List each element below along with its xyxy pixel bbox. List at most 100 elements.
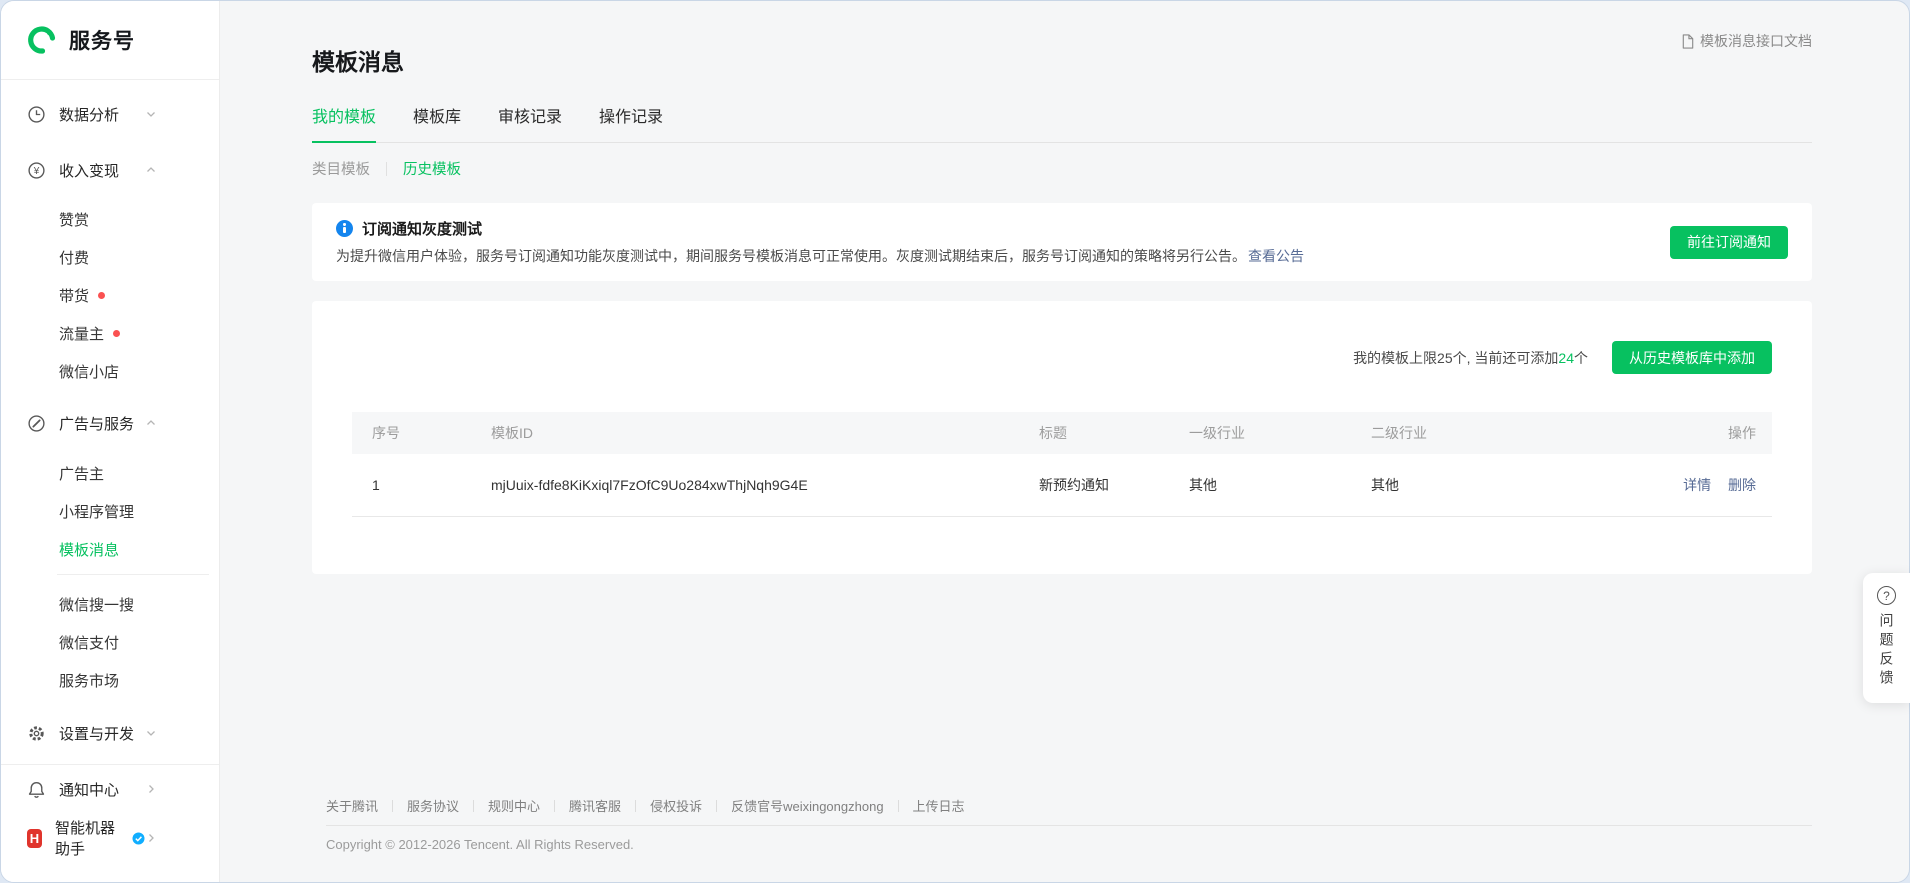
sidebar-item-label: 服务市场 (59, 672, 120, 690)
sidebar-divider (57, 574, 209, 575)
footer-link-service-agreement[interactable]: 服务协议 (407, 796, 459, 815)
sidebar-item-miniprogram-management[interactable]: 小程序管理 (1, 492, 219, 530)
footer-separator (897, 799, 899, 812)
tab-review-records[interactable]: 审核记录 (498, 103, 562, 142)
sidebar-item-ads-services[interactable]: 广告与服务 (1, 403, 219, 443)
clock-icon (27, 105, 46, 124)
notice-body-text: 为提升微信用户体验，服务号订阅通知功能灰度测试中，期间服务号模板消息可正常使用。… (336, 248, 1246, 264)
footer-separator (554, 799, 556, 812)
sidebar-item-label: 流量主 (59, 325, 105, 343)
page-footer: 关于腾讯 服务协议 规则中心 腾讯客服 侵权投诉 反馈官号weixingongz… (312, 796, 1812, 882)
cell-industry-level2: 其他 (1371, 454, 1621, 517)
footer-link-upload-log[interactable]: 上传日志 (913, 796, 965, 815)
cell-template-id: mjUuix-fdfe8KiKxiql7FzOfC9Uo284xwThjNqh9… (491, 454, 1039, 517)
template-panel: 我的模板上限25个, 当前还可添加24个 从历史模板库中添加 序号 模板ID 标… (312, 301, 1812, 574)
view-announcement-link[interactable]: 查看公告 (1248, 248, 1304, 264)
sidebar-item-ai-assistant[interactable]: H 智能机器助手 (1, 818, 219, 858)
sidebar-divider (1, 764, 219, 765)
notice-banner-content: 订阅通知灰度测试 为提升微信用户体验，服务号订阅通知功能灰度测试中，期间服务号模… (336, 218, 1670, 266)
sidebar-item-label: 微信支付 (59, 634, 120, 652)
yen-circle-icon: ¥ (27, 161, 46, 180)
detail-link[interactable]: 详情 (1683, 477, 1711, 493)
app-window: 服务号 数据分析 ¥ 收入变现 赞赏 付费 带货 流量主 微信小店 广告与服务 … (0, 0, 1910, 883)
sidebar-item-label: 付费 (59, 249, 90, 267)
sidebar-item-label: 数据分析 (59, 106, 120, 124)
footer-link-about-tencent[interactable]: 关于腾讯 (326, 796, 378, 815)
sidebar-item-label: 模板消息 (59, 541, 120, 559)
template-limit-text: 我的模板上限25个, 当前还可添加24个 (1353, 348, 1588, 368)
sidebar-item-traffic-owner[interactable]: 流量主 (1, 314, 219, 352)
feedback-label: 问题反馈 (1878, 613, 1895, 689)
chevron-right-icon (145, 783, 157, 795)
api-doc-link-label: 模板消息接口文档 (1700, 33, 1812, 49)
sidebar-item-notification-center[interactable]: 通知中心 (1, 769, 219, 809)
compass-icon (27, 414, 46, 433)
sidebar-item-label: 小程序管理 (59, 503, 135, 521)
goto-subscribe-notice-button[interactable]: 前往订阅通知 (1670, 225, 1788, 259)
tab-operation-records[interactable]: 操作记录 (599, 103, 663, 142)
wechat-service-logo-icon (27, 25, 57, 55)
add-from-history-library-button[interactable]: 从历史模板库中添加 (1612, 341, 1772, 374)
sidebar-item-label: 设置与开发 (59, 725, 135, 743)
feedback-widget[interactable]: ? 问题反馈 (1863, 573, 1910, 703)
sidebar-item-service-market[interactable]: 服务市场 (1, 661, 219, 699)
sidebar-item-advertiser[interactable]: 广告主 (1, 454, 219, 492)
sidebar-item-wechat-pay[interactable]: 微信支付 (1, 623, 219, 661)
sidebar-item-label: 智能机器助手 (54, 820, 115, 858)
sidebar-item-label: 广告与服务 (59, 415, 135, 433)
sidebar-item-label: 收入变现 (59, 162, 120, 180)
svg-text:¥: ¥ (33, 165, 40, 176)
sidebar-item-wechat-store[interactable]: 微信小店 (1, 352, 219, 390)
panel-toolbar: 我的模板上限25个, 当前还可添加24个 从历史模板库中添加 (352, 301, 1772, 374)
footer-link-tencent-support[interactable]: 腾讯客服 (569, 796, 621, 815)
cell-industry-level1: 其他 (1189, 454, 1371, 517)
footer-link-rules-center[interactable]: 规则中心 (488, 796, 540, 815)
footer-divider (326, 825, 1812, 826)
delete-link[interactable]: 删除 (1728, 477, 1756, 493)
template-table: 序号 模板ID 标题 一级行业 二级行业 操作 1 mjUuix-fdfe8Ki… (352, 412, 1772, 517)
footer-link-infringement-complaint[interactable]: 侵权投诉 (650, 796, 702, 815)
sidebar-item-paid[interactable]: 付费 (1, 238, 219, 276)
sidebar-nav: 数据分析 ¥ 收入变现 赞赏 付费 带货 流量主 微信小店 广告与服务 广告主 … (1, 80, 219, 882)
document-icon (1680, 33, 1696, 50)
subtab-category-template[interactable]: 类目模板 (312, 158, 370, 179)
sidebar-item-label: 微信搜一搜 (59, 596, 135, 614)
verified-badge-icon (132, 832, 145, 845)
table-header-row: 序号 模板ID 标题 一级行业 二级行业 操作 (352, 412, 1772, 454)
tab-my-templates[interactable]: 我的模板 (312, 103, 377, 143)
column-header-index: 序号 (352, 412, 491, 454)
sidebar-item-data-analysis[interactable]: 数据分析 (1, 94, 219, 134)
sidebar-item-appreciation[interactable]: 赞赏 (1, 200, 219, 238)
footer-links: 关于腾讯 服务协议 规则中心 腾讯客服 侵权投诉 反馈官号weixingongz… (326, 796, 1812, 815)
cell-index: 1 (352, 454, 491, 517)
limit-suffix: 个 (1574, 349, 1588, 366)
tab-bar: 我的模板 模板库 审核记录 操作记录 (312, 103, 1812, 143)
footer-separator (392, 799, 394, 812)
notice-title: 订阅通知灰度测试 (362, 221, 483, 238)
footer-separator (473, 799, 475, 812)
sidebar-item-template-message[interactable]: 模板消息 (1, 530, 219, 568)
sidebar-item-monetization[interactable]: ¥ 收入变现 (1, 150, 219, 190)
sidebar-item-settings-dev[interactable]: 设置与开发 (1, 713, 219, 753)
column-header-industry-level2: 二级行业 (1371, 412, 1621, 454)
footer-link-feedback-account[interactable]: 反馈官号weixingongzhong (731, 796, 883, 815)
account-logo[interactable]: 服务号 (1, 1, 219, 79)
limit-count: 24 (1558, 349, 1574, 366)
question-icon: ? (1877, 586, 1896, 605)
sidebar-item-label: 广告主 (59, 465, 105, 483)
tab-template-library[interactable]: 模板库 (413, 103, 461, 142)
sidebar-item-commerce[interactable]: 带货 (1, 276, 219, 314)
sidebar: 服务号 数据分析 ¥ 收入变现 赞赏 付费 带货 流量主 微信小店 广告与服务 … (1, 1, 220, 882)
bell-icon (27, 780, 46, 799)
api-doc-link[interactable]: 模板消息接口文档 (1680, 31, 1812, 51)
sidebar-item-wechat-search[interactable]: 微信搜一搜 (1, 585, 219, 623)
chevron-down-icon (145, 727, 157, 739)
sidebar-item-label: 通知中心 (59, 781, 120, 799)
column-header-actions: 操作 (1621, 412, 1772, 454)
subtab-history-template[interactable]: 历史模板 (403, 158, 461, 179)
sidebar-item-label: 带货 (59, 287, 90, 305)
sidebar-item-label: 赞赏 (59, 211, 90, 229)
notice-body: 为提升微信用户体验，服务号订阅通知功能灰度测试中，期间服务号模板消息可正常使用。… (336, 246, 1670, 266)
footer-separator (716, 799, 718, 812)
gear-icon (27, 724, 46, 743)
